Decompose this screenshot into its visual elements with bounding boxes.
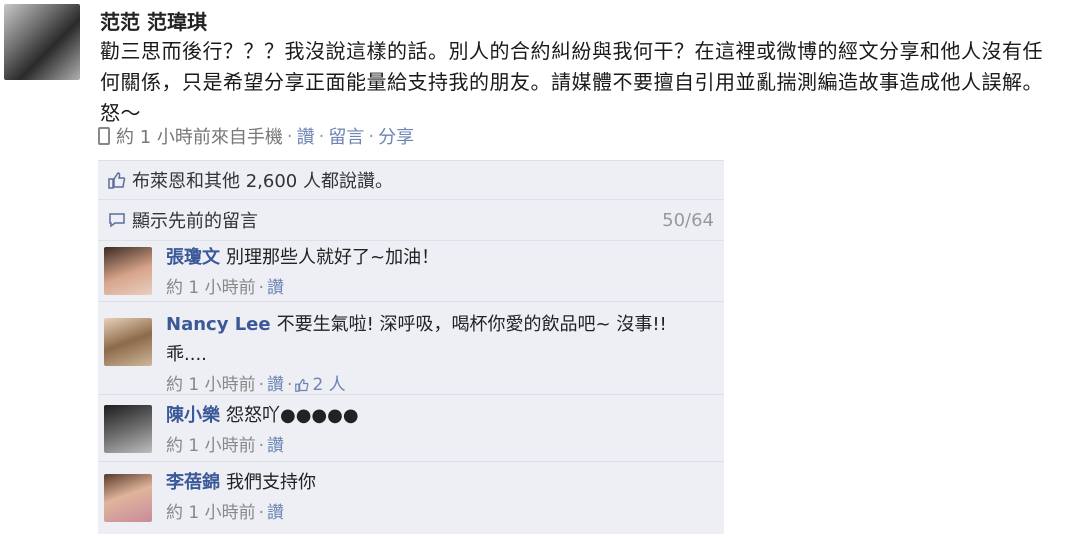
commenter-avatar[interactable] — [104, 405, 152, 453]
like-link[interactable]: 讚 — [297, 123, 315, 149]
comment-meta: 約 1 小時前 · 讚 — [166, 273, 439, 303]
comment-like-link[interactable]: 讚 — [267, 503, 284, 523]
comment-like-link[interactable]: 讚 — [267, 278, 284, 298]
post-meta: 約 1 小時前來自手機 · 讚 · 留言 · 分享 — [98, 124, 414, 148]
previous-comments-label[interactable]: 顯示先前的留言 — [132, 207, 258, 233]
separator: · — [258, 503, 265, 523]
likes-text[interactable]: 布萊恩和其他 2,600 人都說讚。 — [132, 167, 393, 193]
comment-link[interactable]: 留言 — [328, 123, 364, 149]
thumbs-up-icon — [295, 378, 309, 392]
separator: · — [368, 125, 375, 147]
comment-meta: 約 1 小時前 · 讚 — [166, 431, 359, 461]
comment-item: Nancy Lee 不要生氣啦! 深呼吸，喝杯你愛的飲品吧~ 沒事!! 乖....… — [98, 302, 724, 395]
likes-summary: 布萊恩和其他 2,600 人都說讚。 — [98, 161, 724, 200]
comment-like-link[interactable]: 讚 — [267, 375, 284, 395]
comment-count: 50/64 — [662, 209, 714, 231]
comment-like-count[interactable]: 2 人 — [312, 375, 345, 395]
comment-item: 張瓊文 別理那些人就好了~加油！ 約 1 小時前 · 讚 — [98, 241, 724, 302]
commenter-name[interactable]: 張瓊文 — [166, 247, 220, 268]
comment-text-continued: 乖.... — [166, 344, 207, 365]
commenter-name[interactable]: 李蓓錦 — [166, 472, 220, 493]
share-link[interactable]: 分享 — [378, 123, 414, 149]
comment-text: 不要生氣啦! 深呼吸，喝杯你愛的飲品吧~ 沒事!! — [276, 314, 667, 335]
thumbs-up-icon — [108, 172, 126, 189]
commenter-name[interactable]: 陳小樂 — [166, 405, 220, 426]
author-avatar[interactable] — [4, 4, 80, 80]
previous-comments-row[interactable]: 顯示先前的留言 50/64 — [98, 200, 724, 241]
comments-panel: 布萊恩和其他 2,600 人都說讚。 顯示先前的留言 50/64 張瓊文 別理那些… — [98, 160, 724, 534]
separator: · — [286, 125, 293, 147]
separator: · — [318, 125, 325, 147]
comment-text: 我們支持你 — [226, 472, 316, 493]
commenter-avatar[interactable] — [104, 474, 152, 522]
comment-time[interactable]: 約 1 小時前 — [166, 503, 256, 523]
separator: · — [258, 436, 265, 456]
post-text: 勸三思而後行？？？我沒說這樣的話。別人的合約糾紛與我何干？在這裡或微博的經文分享… — [100, 39, 1043, 125]
comment-like-link[interactable]: 讚 — [267, 436, 284, 456]
mobile-icon — [98, 127, 110, 145]
comment-time[interactable]: 約 1 小時前 — [166, 436, 256, 456]
separator: · — [258, 278, 265, 298]
comment-text: 怨怒吖●●●●● — [226, 405, 359, 426]
comment-item: 李蓓錦 我們支持你 約 1 小時前 · 讚 — [98, 462, 724, 538]
comment-meta: 約 1 小時前 · 讚 — [166, 498, 316, 528]
commenter-avatar[interactable] — [104, 318, 152, 366]
commenter-name[interactable]: Nancy Lee — [166, 314, 271, 335]
comment-time[interactable]: 約 1 小時前 — [166, 375, 256, 395]
separator: · — [287, 375, 293, 395]
comment-text: 別理那些人就好了~加油！ — [226, 247, 440, 268]
commenter-avatar[interactable] — [104, 247, 152, 295]
comment-item: 陳小樂 怨怒吖●●●●● 約 1 小時前 · 讚 — [98, 395, 724, 462]
comment-bubble-icon — [109, 213, 125, 228]
post-author[interactable]: 范范 范瑋琪 — [100, 6, 207, 35]
comment-time[interactable]: 約 1 小時前 — [166, 278, 256, 298]
post-time[interactable]: 約 1 小時前來自手機 — [116, 123, 283, 149]
separator: · — [258, 375, 265, 395]
